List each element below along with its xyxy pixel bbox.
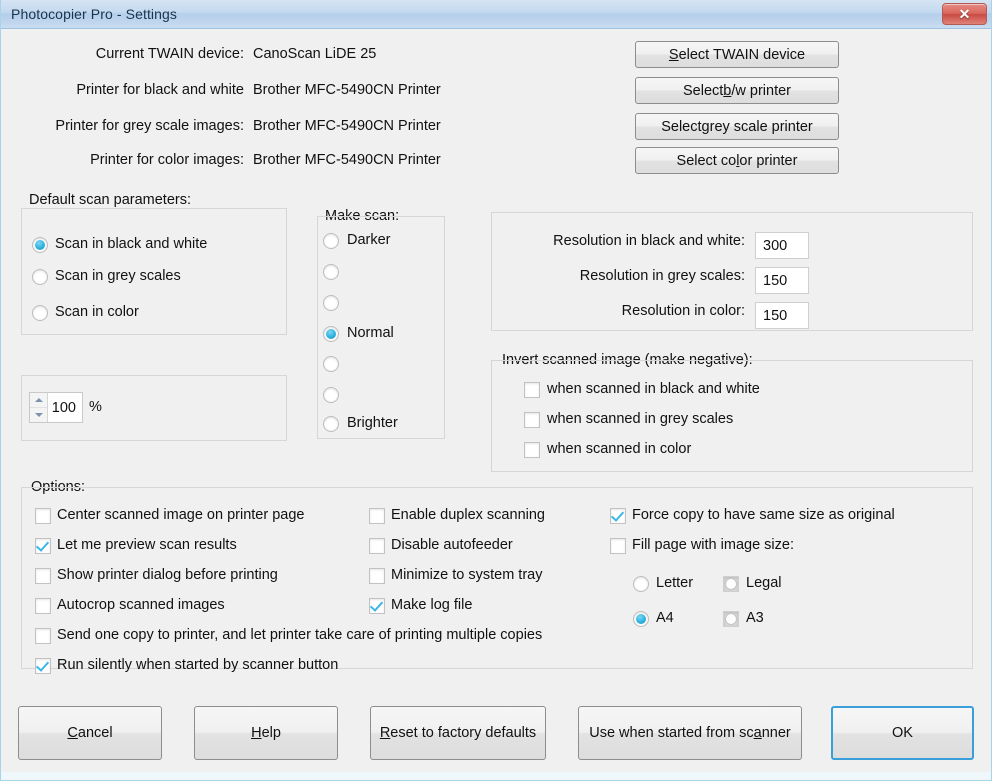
select-grey-scale-printer-button[interactable]: Select g rey scale printer (635, 113, 839, 140)
page-size-label-letter: Letter (656, 575, 694, 591)
option1-checkbox-0[interactable] (35, 508, 51, 524)
option1-checkbox-1[interactable] (35, 538, 51, 554)
chevron-up-icon (34, 398, 43, 402)
scan-mode-radio-2[interactable] (32, 305, 48, 321)
resolution-grey-input[interactable]: 150 (755, 267, 809, 294)
device-info-label-3: Printer for color images: (90, 152, 244, 168)
device-info-value-2: Brother MFC-5490CN Printer (253, 118, 441, 134)
device-info-label-0: Current TWAIN device: (95, 46, 244, 62)
option2-label-1: Disable autofeeder (391, 537, 513, 553)
resolution-bw-label: Resolution in black and white: (553, 233, 745, 249)
page-size-radio-legal[interactable] (723, 576, 739, 592)
option2-checkbox-3[interactable] (369, 598, 385, 614)
option2-label-3: Make log file (391, 597, 473, 613)
option1-checkbox-3[interactable] (35, 598, 51, 614)
page-size-radio-a4[interactable] (633, 611, 649, 627)
make-scan-radio-0[interactable] (323, 233, 339, 249)
zoom-unit-label: % (89, 399, 102, 415)
make-scan-label-0: Darker (347, 232, 391, 248)
option3-label-0: Force copy to have same size as original (632, 507, 895, 523)
page-size-label-legal: Legal (746, 575, 782, 591)
page-size-label-a4: A4 (656, 610, 674, 626)
scan-mode-radio-0[interactable] (32, 237, 48, 253)
device-info-value-3: Brother MFC-5490CN Printer (253, 152, 441, 168)
option3-checkbox-0[interactable] (610, 508, 626, 524)
option1-label-5: Run silently when started by scanner but… (57, 657, 339, 673)
resolution-color-input[interactable]: 150 (755, 302, 809, 329)
zoom-stepper-buttons[interactable] (30, 393, 48, 422)
select-twain-device-button[interactable]: Select TWAIN device (635, 41, 839, 68)
make-scan-label-6: Brighter (347, 415, 398, 431)
option3-checkbox-1[interactable] (610, 538, 626, 554)
invert-checkbox-1[interactable] (524, 412, 540, 428)
resolution-color-label: Resolution in color: (621, 303, 745, 319)
option2-checkbox-0[interactable] (369, 508, 385, 524)
close-icon[interactable]: ✕ (942, 3, 987, 25)
make-scan-radio-2[interactable] (323, 295, 339, 311)
option1-checkbox-2[interactable] (35, 568, 51, 584)
make-scan-radio-6[interactable] (323, 416, 339, 432)
ok-button[interactable]: OK (831, 706, 974, 760)
default-scan-title: Default scan parameters: (25, 192, 195, 208)
make-scan-radio-5[interactable] (323, 387, 339, 403)
scan-mode-label-1: Scan in grey scales (55, 268, 181, 284)
zoom-increment-button[interactable] (30, 393, 47, 408)
scan-mode-label-2: Scan in color (55, 304, 139, 320)
option3-label-1: Fill page with image size: (632, 537, 794, 553)
zoom-stepper[interactable]: 100 (29, 392, 83, 423)
option1-label-3: Autocrop scanned images (57, 597, 225, 613)
select-color-printer-button[interactable]: Select co l or printer (635, 147, 839, 174)
option1-checkbox-5[interactable] (35, 658, 51, 674)
make-scan-radio-1[interactable] (323, 264, 339, 280)
cancel-button[interactable]: Cancel (18, 706, 162, 760)
resolution-grey-label: Resolution in grey scales: (579, 268, 745, 284)
title-bar: Photocopier Pro - Settings ✕ (1, 0, 991, 29)
option1-label-0: Center scanned image on printer page (57, 507, 305, 523)
invert-checkbox-0[interactable] (524, 382, 540, 398)
window-title: Photocopier Pro - Settings (11, 6, 178, 22)
option2-label-2: Minimize to system tray (391, 567, 543, 583)
device-info-value-0: CanoScan LiDE 25 (253, 46, 377, 62)
page-size-radio-letter[interactable] (633, 576, 649, 592)
window-bottom-border (1, 772, 991, 780)
reset-defaults-button[interactable]: Reset to factory defaults (370, 706, 546, 760)
invert-label-1: when scanned in grey scales (547, 411, 734, 427)
option1-label-1: Let me preview scan results (57, 537, 237, 553)
invert-label-2: when scanned in color (547, 441, 692, 457)
option2-checkbox-1[interactable] (369, 538, 385, 554)
settings-window: Photocopier Pro - Settings ✕ Current TWA… (0, 0, 992, 781)
make-scan-radio-4[interactable] (323, 356, 339, 372)
device-info-label-2: Printer for grey scale images: (55, 118, 244, 134)
resolution-bw-input[interactable]: 300 (755, 232, 809, 259)
invert-label-0: when scanned in black and white (547, 381, 760, 397)
option1-checkbox-4[interactable] (35, 628, 51, 644)
option1-label-4: Send one copy to printer, and let printe… (57, 627, 543, 643)
use-when-started-from-scanner-button[interactable]: Use when started from sc a nner (578, 706, 802, 760)
chevron-down-icon (34, 413, 43, 417)
scan-mode-label-0: Scan in black and white (55, 236, 208, 252)
option1-label-2: Show printer dialog before printing (57, 567, 278, 583)
device-info-label-1: Printer for black and white (76, 82, 244, 98)
close-x-glyph: ✕ (958, 6, 971, 22)
device-info-value-1: Brother MFC-5490CN Printer (253, 82, 441, 98)
help-button[interactable]: Help (194, 706, 338, 760)
make-scan-label-3: Normal (347, 325, 394, 341)
scan-mode-radio-1[interactable] (32, 269, 48, 285)
page-size-label-a3: A3 (746, 610, 764, 626)
option2-label-0: Enable duplex scanning (391, 507, 545, 523)
zoom-decrement-button[interactable] (30, 408, 47, 422)
select-bw-printer-button[interactable]: Select b/w printer (635, 77, 839, 104)
page-size-radio-a3[interactable] (723, 611, 739, 627)
option2-checkbox-2[interactable] (369, 568, 385, 584)
invert-checkbox-2[interactable] (524, 442, 540, 458)
make-scan-radio-3[interactable] (323, 326, 339, 342)
zoom-value: 100 (51, 399, 76, 416)
